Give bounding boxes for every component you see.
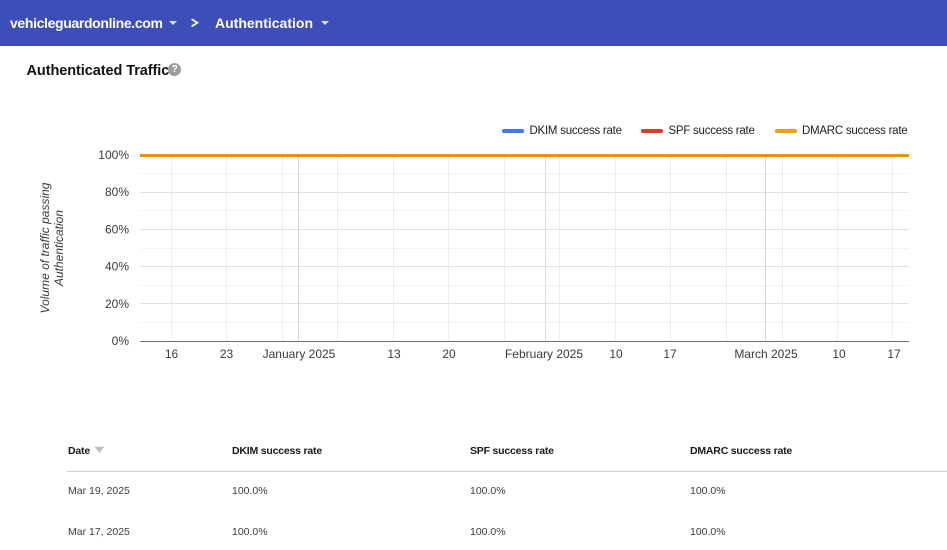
svg-text:0%: 0% xyxy=(112,334,130,348)
svg-text:17: 17 xyxy=(887,347,901,361)
svg-text:16: 16 xyxy=(165,347,179,361)
svg-text:60%: 60% xyxy=(105,222,129,236)
svg-text:17: 17 xyxy=(663,347,677,361)
svg-text:Volume of traffic passing: Volume of traffic passing xyxy=(38,182,52,313)
svg-text:23: 23 xyxy=(220,347,234,361)
svg-text:80%: 80% xyxy=(105,185,129,199)
svg-text:20%: 20% xyxy=(105,297,129,311)
svg-text:Authentication: Authentication xyxy=(52,210,66,287)
svg-text:100%: 100% xyxy=(98,148,129,162)
svg-text:March 2025: March 2025 xyxy=(734,347,798,361)
svg-text:10: 10 xyxy=(832,347,846,361)
svg-text:40%: 40% xyxy=(105,260,129,274)
svg-text:January 2025: January 2025 xyxy=(263,347,336,361)
svg-text:February 2025: February 2025 xyxy=(505,347,583,361)
svg-text:20: 20 xyxy=(442,347,456,361)
svg-text:10: 10 xyxy=(609,347,623,361)
svg-text:13: 13 xyxy=(387,347,401,361)
